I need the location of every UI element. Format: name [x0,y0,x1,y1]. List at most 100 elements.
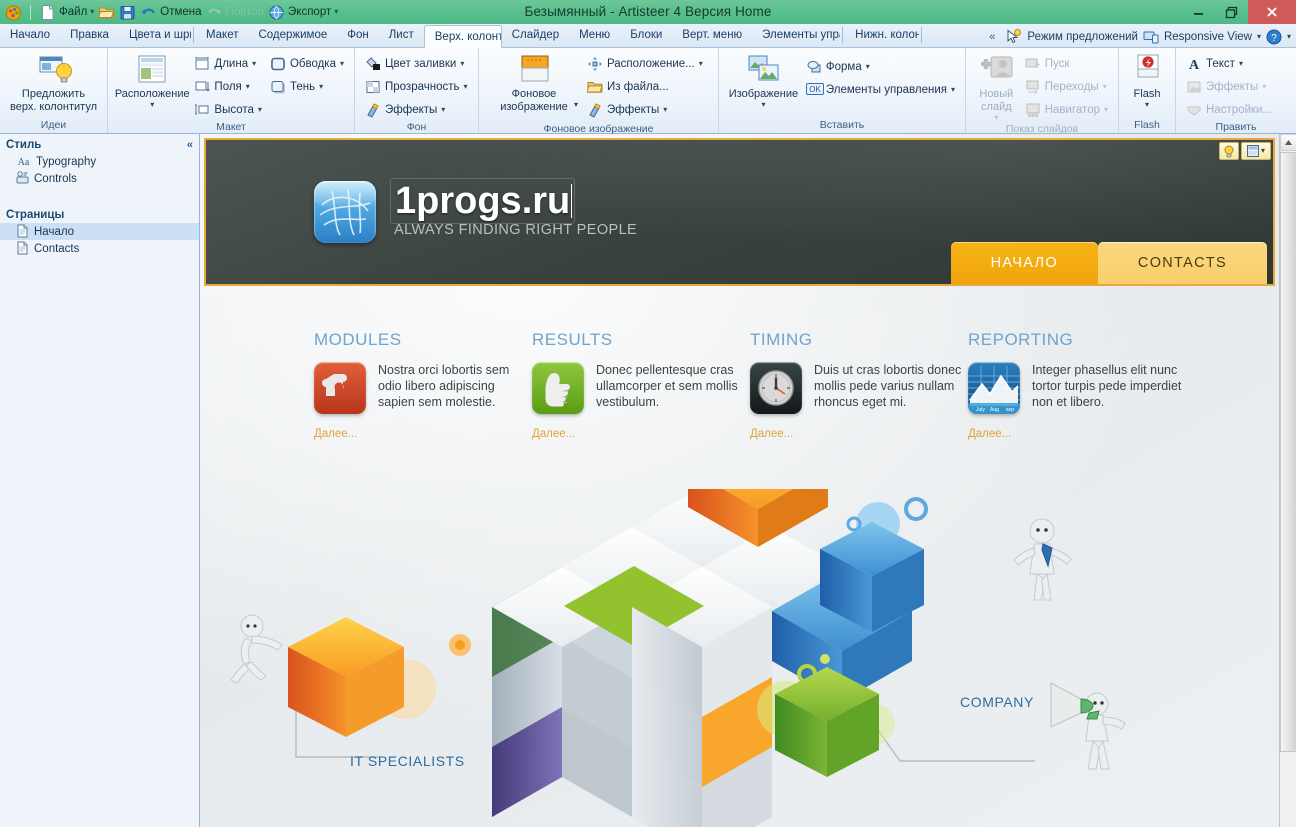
sidebar-item-typography[interactable]: Aa Typography [0,153,199,170]
chevron-down-icon[interactable]: ▾ [663,105,667,114]
preview-scrollbar[interactable] [1279,134,1296,827]
chevron-down-icon[interactable]: ▾ [246,82,250,91]
chevron-down-icon[interactable]: ▾ [1145,101,1149,109]
edit-text-button[interactable]: A Текст ▾ [1182,53,1276,74]
suggest-header-button[interactable]: Предложить верх. колонтитул [8,52,100,114]
minimize-button[interactable] [1182,0,1215,24]
chevron-down-icon[interactable]: ▾ [1257,33,1261,41]
qat-save-button[interactable] [119,4,136,21]
width-button[interactable]: Длина ▾ [190,53,266,74]
chevron-down-icon[interactable]: ▾ [951,85,955,94]
shadow-button[interactable]: Тень ▾ [266,76,348,97]
title-bar: Файл ▾ Отмена Повтор Экспорт ▾ Безымянны… [0,0,1296,24]
background-image-button[interactable]: Фоновое изображение ▾ [485,52,583,122]
qat-open-button[interactable] [98,4,115,21]
tab-fon[interactable]: Фон [337,24,379,47]
qat-file-button[interactable]: Файл ▾ [39,4,94,21]
chevron-down-icon[interactable]: ▾ [574,101,578,109]
tab-soderzhimoe[interactable]: Содержимое [248,24,337,47]
chevron-down-icon[interactable]: ▾ [1261,147,1265,155]
tab-slider[interactable]: Слайдер [502,24,569,47]
insert-image-button[interactable]: Изображение ▾ [725,52,802,109]
chevron-down-icon[interactable]: ▾ [258,105,262,114]
sidebar-item-page-nachalo[interactable]: Начало [0,223,199,240]
tab-colors-fonts[interactable]: Цвета и шрифт [119,24,191,47]
chevron-down-icon[interactable]: ▾ [441,105,445,114]
insert-shape-button[interactable]: Форма ▾ [802,56,959,77]
fill-color-label: Цвет заливки [385,57,457,70]
effects-icon [365,102,381,118]
margins-button[interactable]: Поля ▾ [190,76,266,97]
preview-area: ▾ 1progs.ru ALWAYS FINDING RIGHT PEOPLE … [200,134,1296,827]
tab-controls[interactable]: Элементы управления [752,24,840,47]
tab-header[interactable]: Верх. колонтитул [423,25,502,48]
chevron-down-icon[interactable]: ▾ [319,82,323,91]
qat-export-button[interactable]: Экспорт ▾ [268,4,338,21]
background-effects-button[interactable]: Эффекты ▾ [361,99,472,120]
feature-more-timing[interactable]: Далее... [750,428,968,440]
chevron-down-icon[interactable]: ▾ [252,59,256,68]
suggestion-mode-label[interactable]: Режим предложений [1027,31,1138,43]
arrangement-button[interactable]: Расположение ▾ [114,52,190,109]
sidebar-item-page-contacts[interactable]: Contacts [0,240,199,257]
chevron-down-icon[interactable]: ▾ [340,59,344,68]
help-icon[interactable]: ? [1266,29,1282,45]
sidebar-section-style-header: Стиль « [0,134,199,153]
feature-more-modules[interactable]: Далее... [314,428,532,440]
feature-more-reporting[interactable]: Далее... [968,428,1186,440]
feature-title-timing: TIMING [750,330,813,349]
chevron-down-icon[interactable]: ▾ [699,59,703,68]
height-button[interactable]: Высота ▾ [190,99,266,120]
margins-label: Поля [214,80,242,93]
qat-undo-button[interactable]: Отмена [140,4,202,21]
feature-more-results[interactable]: Далее... [532,428,750,440]
nav-item-nachalo[interactable]: НАЧАЛО [950,242,1098,284]
close-button[interactable] [1248,0,1296,24]
tab-maket[interactable]: Макет [196,24,249,47]
collapse-ribbon-button[interactable]: « [983,31,1001,43]
site-title[interactable]: 1progs.ru [390,178,576,224]
header-layout-button[interactable]: ▾ [1241,142,1271,160]
chevron-down-icon[interactable]: ▾ [460,59,464,68]
layout-icon [136,54,168,86]
site-tagline[interactable]: ALWAYS FINDING RIGHT PEOPLE [390,222,637,238]
chevron-down-icon[interactable]: ▾ [1287,33,1291,41]
maximize-button[interactable] [1215,0,1248,24]
tab-pravka[interactable]: Правка [60,24,119,47]
chevron-down-icon[interactable]: ▾ [150,101,154,109]
site-header[interactable]: ▾ 1progs.ru ALWAYS FINDING RIGHT PEOPLE … [204,138,1275,286]
bgimage-arrangement-button[interactable]: Расположение... ▾ [583,53,707,74]
tab-menu[interactable]: Меню [569,24,620,47]
tab-nachalo[interactable]: Начало [0,24,60,47]
chevron-down-icon[interactable]: ▾ [761,101,765,109]
transparency-button[interactable]: Прозрачность ▾ [361,76,472,97]
background-image-icon [518,54,550,86]
move-icon [587,56,603,72]
tab-vert-menu[interactable]: Верт. меню [672,24,752,47]
chevron-down-icon[interactable]: ▾ [866,62,870,71]
scrollbar-thumb[interactable] [1280,152,1296,752]
shadow-label: Тень [289,80,316,93]
header-idea-button[interactable] [1219,142,1239,160]
responsive-view-label[interactable]: Responsive View [1164,31,1252,43]
flash-button[interactable]: Flash ▾ [1125,52,1169,109]
app-logo-icon[interactable] [5,4,22,21]
chevron-down-icon[interactable]: ▾ [464,82,468,91]
tab-footer[interactable]: Нижн. колонтитул [845,24,919,47]
tab-list[interactable]: Лист [379,24,424,47]
chevron-down-icon[interactable]: ▾ [90,8,94,16]
chevron-down-icon[interactable]: ▾ [1239,59,1243,68]
chevron-down-icon[interactable]: ▾ [334,8,338,16]
bgimage-effects-button[interactable]: Эффекты ▾ [583,99,707,120]
sidebar-item-controls[interactable]: Controls [0,170,199,187]
scroll-up-button[interactable] [1280,134,1296,151]
tab-bloki[interactable]: Блоки [620,24,672,47]
nav-item-contacts[interactable]: CONTACTS [1097,242,1267,284]
fill-color-button[interactable]: Цвет заливки ▾ [361,53,472,74]
insert-controls-button[interactable]: OK Элементы управления ▾ [802,79,959,100]
site-logo[interactable] [314,181,376,243]
collapse-sidebar-button[interactable]: « [187,139,193,151]
bgimage-from-file-button[interactable]: Из файла... [583,76,707,97]
border-button[interactable]: Обводка ▾ [266,53,348,74]
svg-text:July: July [976,407,985,413]
